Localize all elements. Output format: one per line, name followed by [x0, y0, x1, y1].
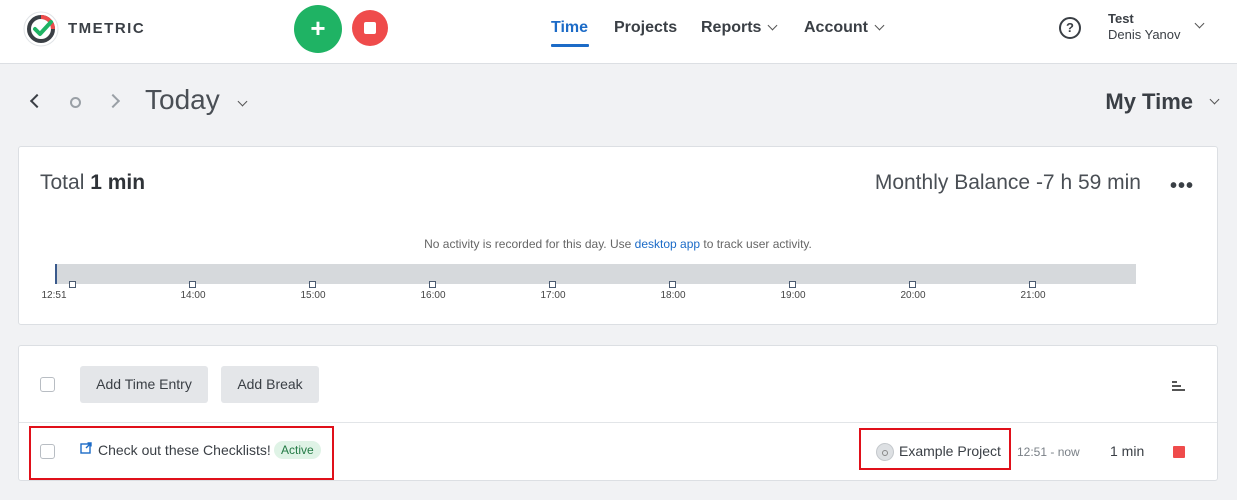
- desktop-app-link[interactable]: desktop app: [635, 237, 700, 251]
- stop-entry-button[interactable]: [1173, 446, 1185, 458]
- stop-timer-button[interactable]: [352, 10, 388, 46]
- highlight-box-task: [29, 426, 334, 480]
- balance-label: Monthly Balance: [874, 171, 1031, 194]
- duration[interactable]: 1 min: [1110, 443, 1144, 459]
- timeline-tick: [309, 281, 316, 288]
- timeline-tick: [789, 281, 796, 288]
- chevron-down-icon: [768, 20, 778, 31]
- previous-day-icon[interactable]: [29, 93, 45, 109]
- activity-note-text-end: to track user activity.: [700, 237, 812, 251]
- monthly-balance: Monthly Balance -7 h 59 min: [875, 171, 1141, 195]
- timeline-tick: [1029, 281, 1036, 288]
- chevron-down-icon[interactable]: [237, 96, 248, 107]
- row-divider: [19, 422, 1217, 423]
- timeline-tick-label: 12:51: [41, 290, 67, 301]
- timeline-tick: [909, 281, 916, 288]
- tmetric-logo-icon[interactable]: [22, 10, 60, 48]
- nav-time[interactable]: Time: [551, 0, 589, 64]
- add-break-button[interactable]: Add Break: [221, 366, 319, 403]
- timeline-tick: [429, 281, 436, 288]
- timeline-tick-label: 19:00: [780, 290, 806, 301]
- summary-card: Total 1 min Monthly Balance -7 h 59 min …: [18, 146, 1218, 325]
- time-entries-card: Add Time Entry Add Break Check out these…: [18, 345, 1218, 481]
- nav-projects[interactable]: Projects: [614, 0, 678, 64]
- total-value: 1 min: [90, 171, 146, 194]
- timeline-tick: [69, 281, 76, 288]
- brand-name: TMETRIC: [68, 20, 146, 37]
- time-range[interactable]: 12:51 - now: [1017, 445, 1080, 459]
- timeline-tick-label: 16:00: [420, 290, 446, 301]
- top-header: TMETRIC + Time Projects Reports Account …: [0, 0, 1237, 64]
- more-options-icon[interactable]: •••: [1170, 175, 1194, 198]
- activity-note-text: No activity is recorded for this day. Us…: [424, 237, 635, 251]
- user-name[interactable]: Denis Yanov: [1108, 27, 1181, 42]
- timeline-tick-label: 20:00: [900, 290, 926, 301]
- select-all-checkbox[interactable]: [40, 377, 55, 392]
- help-icon[interactable]: ?: [1059, 17, 1081, 39]
- nav-reports-label: Reports: [701, 19, 762, 36]
- nav-time-label: Time: [551, 19, 589, 36]
- timeline-tick: [549, 281, 556, 288]
- nav-account[interactable]: Account: [804, 0, 886, 64]
- timeline-tick-label: 21:00: [1020, 290, 1046, 301]
- chevron-down-icon[interactable]: [1194, 18, 1205, 29]
- timeline-tick-label: 15:00: [300, 290, 326, 301]
- nav-account-label: Account: [804, 19, 868, 36]
- timeline-tick: [189, 281, 196, 288]
- start-timer-button[interactable]: +: [294, 5, 342, 53]
- date-title[interactable]: Today: [145, 84, 220, 116]
- timeline-tick-label: 14:00: [180, 290, 206, 301]
- activity-timeline[interactable]: [55, 264, 1136, 284]
- view-selector[interactable]: My Time: [1105, 89, 1193, 115]
- sort-icon[interactable]: [1172, 378, 1186, 392]
- balance-value: -7 h 59 min: [1035, 171, 1141, 194]
- timeline-start-marker: [55, 264, 57, 284]
- stop-icon: [364, 22, 376, 34]
- nav-projects-label: Projects: [614, 19, 678, 36]
- timeline-tick-label: 18:00: [660, 290, 686, 301]
- chevron-down-icon[interactable]: [1209, 94, 1220, 105]
- timeline-tick: [669, 281, 676, 288]
- timeline-tick-label: 17:00: [540, 290, 566, 301]
- highlight-box-project: [859, 428, 1011, 470]
- chevron-down-icon: [874, 20, 885, 31]
- user-workspace[interactable]: Test: [1108, 11, 1134, 26]
- add-time-entry-button[interactable]: Add Time Entry: [80, 366, 208, 403]
- activity-note: No activity is recorded for this day. Us…: [19, 237, 1217, 251]
- total-label: Total: [40, 171, 85, 194]
- today-icon[interactable]: [70, 97, 81, 108]
- nav-active-indicator: [551, 44, 589, 47]
- total-time: Total 1 min: [40, 171, 145, 195]
- nav-reports[interactable]: Reports: [701, 0, 781, 64]
- next-day-icon[interactable]: [105, 93, 121, 109]
